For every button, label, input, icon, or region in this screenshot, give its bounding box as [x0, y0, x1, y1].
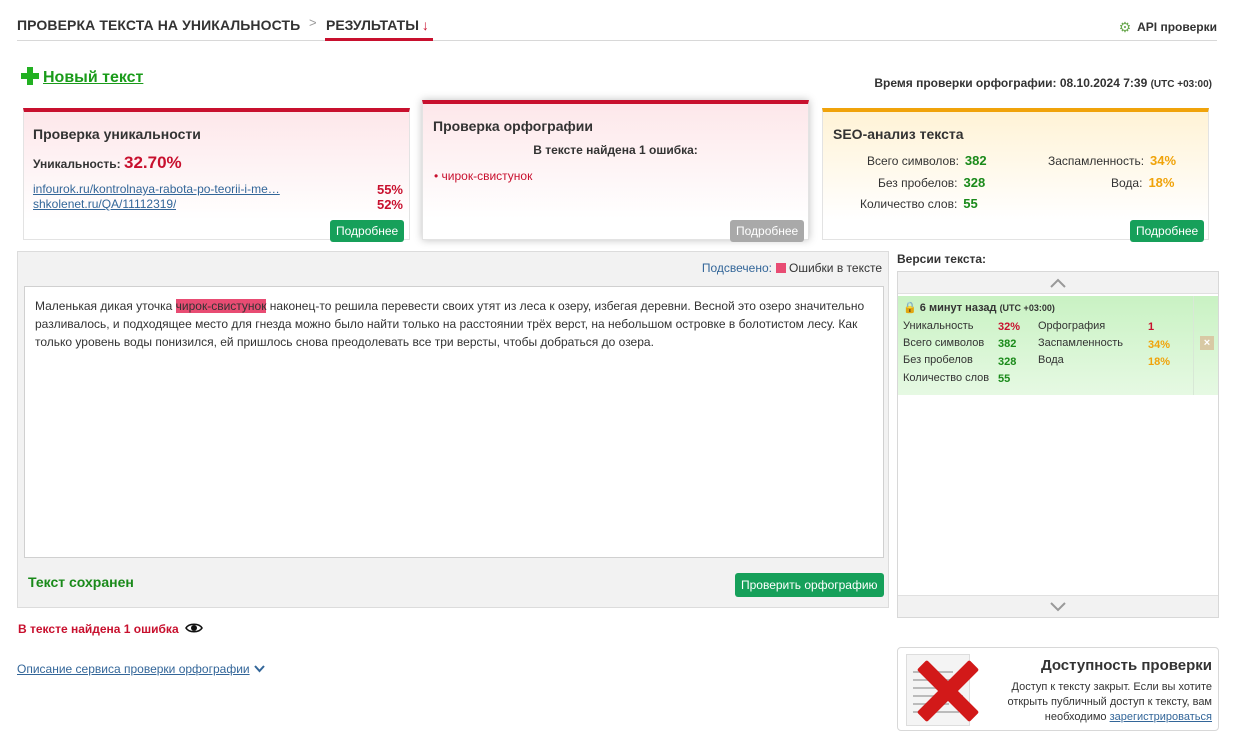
- access-title: Доступность проверки: [1040, 657, 1212, 674]
- seo-no-spaces-label: Без пробелов:: [878, 176, 958, 190]
- text-editor[interactable]: Маленькая дикая уточка чирок-свистунок н…: [24, 286, 884, 558]
- version-item[interactable]: 🔒 6 минут назад (UTC +03:00) Уникальност…: [898, 296, 1193, 395]
- register-link[interactable]: зарегистрироваться: [1110, 711, 1212, 723]
- version-time-label: 6 минут назад: [919, 302, 997, 314]
- breadcrumb-results[interactable]: РЕЗУЛЬТАТЫ ↓: [326, 17, 429, 33]
- version-water-value: 18%: [1148, 356, 1171, 368]
- version-time: 🔒 6 минут назад (UTC +03:00): [903, 301, 1055, 314]
- delete-version-icon[interactable]: ×: [1200, 336, 1214, 350]
- uniqueness-value: 32.70%: [124, 153, 182, 172]
- seo-total-chars-value: 382: [964, 153, 987, 168]
- editor-text-before: Маленькая дикая уточка: [35, 299, 176, 313]
- version-chars-label: Всего символов: [903, 337, 985, 349]
- seo-water-value: 18%: [1148, 175, 1175, 190]
- version-timezone: (UTC +03:00): [999, 303, 1055, 313]
- chevron-down-icon: [253, 662, 265, 676]
- gear-icon: ⚙: [1118, 19, 1132, 35]
- error-color-swatch: [776, 263, 786, 273]
- version-chars-value: 382: [998, 338, 1017, 350]
- eye-icon[interactable]: [184, 622, 203, 637]
- spelling-card-title: Проверка орфографии: [433, 118, 593, 134]
- version-spelling-label: Орфография: [1038, 320, 1106, 332]
- plus-icon: [21, 67, 39, 85]
- service-description-label: Описание сервиса проверки орфографии: [17, 662, 250, 676]
- seo-words-label: Количество слов:: [860, 197, 958, 211]
- seo-spam-label: Заспамленность:: [1048, 154, 1145, 168]
- top-navigation: ПРОВЕРКА ТЕКСТА НА УНИКАЛЬНОСТЬ > РЕЗУЛЬ…: [17, 0, 1217, 41]
- spelling-more-button[interactable]: Подробнее: [730, 220, 805, 242]
- seo-card: SEO-анализ текста Всего символов: 382 Без…: [822, 108, 1209, 242]
- seo-spam-value: 34%: [1150, 153, 1177, 168]
- lock-icon: 🔒: [903, 302, 917, 314]
- versions-title: Версии текста:: [897, 252, 987, 266]
- breadcrumb-separator: >: [309, 15, 317, 30]
- service-description-link[interactable]: Описание сервиса проверки орфографии: [17, 662, 265, 676]
- version-uniqueness-value: 32%: [998, 321, 1021, 333]
- check-time-label: Время проверки орфографии: 08.10.2024 7:…: [874, 76, 1148, 90]
- seo-more-button[interactable]: Подробнее: [1130, 220, 1205, 242]
- seo-no-spaces: Без пробелов: 328: [878, 175, 985, 190]
- seo-words: Количество слов: 55: [860, 196, 978, 211]
- seo-no-spaces-value: 328: [963, 175, 986, 190]
- uniqueness-card: Проверка уникальности Уникальность: 32.7…: [23, 108, 410, 242]
- source-row: shkolenet.ru/QA/11112319/ 52%: [33, 197, 403, 212]
- version-words-value: 55: [998, 373, 1011, 385]
- source-percent: 55%: [376, 182, 403, 197]
- seo-spam: Заспамленность: 34%: [1048, 153, 1176, 168]
- legend-errors-label: Ошибки в тексте: [789, 261, 882, 275]
- bottom-error-text: В тексте найдена 1 ошибка: [18, 622, 179, 636]
- uniqueness-card-title: Проверка уникальности: [33, 126, 201, 142]
- closed-x-icon: [916, 660, 978, 722]
- uniqueness-line: Уникальность: 32.70%: [33, 153, 182, 173]
- version-spam-value: 34%: [1148, 339, 1171, 351]
- legend-highlighted-label: Подсвечено:: [701, 261, 772, 275]
- text-editor-panel: Подсвечено: Ошибки в тексте Маленькая дик…: [17, 251, 889, 608]
- highlight-legend: Подсвечено: Ошибки в тексте: [702, 261, 882, 275]
- active-tab-underline: [325, 38, 433, 41]
- breadcrumb-check-text[interactable]: ПРОВЕРКА ТЕКСТА НА УНИКАЛЬНОСТЬ: [17, 17, 300, 33]
- version-uniqueness-label: Уникальность: [903, 320, 974, 332]
- source-row: infourok.ru/kontrolnaya-rabota-po-teorii…: [33, 182, 403, 197]
- seo-card-title: SEO-анализ текста: [833, 126, 964, 142]
- source-link[interactable]: shkolenet.ru/QA/11112319/: [33, 197, 176, 211]
- version-nospace-label: Без пробелов: [903, 354, 973, 366]
- bottom-error-status: В тексте найдена 1 ошибка: [18, 621, 203, 636]
- spelling-error-item[interactable]: • чирок-свистунок: [434, 169, 532, 183]
- check-time-timezone: (UTC +03:00): [1150, 79, 1212, 90]
- breadcrumb-results-label: РЕЗУЛЬТАТЫ: [326, 17, 419, 33]
- seo-total-chars: Всего символов: 382: [867, 153, 987, 168]
- highlighted-error[interactable]: чирок-свистунок: [175, 299, 267, 313]
- version-nospace-value: 328: [998, 356, 1017, 368]
- down-arrow-icon: ↓: [421, 17, 429, 33]
- check-spelling-button[interactable]: Проверить орфографию: [735, 573, 884, 597]
- text-saved-status: Текст сохранен: [28, 574, 134, 590]
- access-text: Доступ к тексту закрыт. Если вы хотите о…: [982, 680, 1212, 725]
- spelling-found-text: В тексте найдена 1 ошибка:: [533, 143, 698, 157]
- source-percent: 52%: [376, 197, 403, 212]
- access-block: Доступность проверки Доступ к тексту зак…: [897, 647, 1219, 731]
- uniqueness-more-button[interactable]: Подробнее: [330, 220, 405, 242]
- version-spam-label: Заспамленность: [1038, 337, 1123, 349]
- new-text-label: Новый текст: [43, 69, 144, 86]
- version-water-label: Вода: [1038, 354, 1064, 366]
- new-text-link[interactable]: Новый текст: [21, 64, 143, 87]
- seo-water-label: Вода:: [1111, 176, 1143, 190]
- version-spelling-value: 1: [1148, 321, 1155, 333]
- seo-words-value: 55: [963, 196, 978, 211]
- spelling-card: Проверка орфографии В тексте найдена 1 о…: [422, 100, 809, 242]
- source-link[interactable]: infourok.ru/kontrolnaya-rabota-po-teorii…: [33, 182, 280, 196]
- versions-scroll-down[interactable]: [898, 595, 1218, 617]
- version-actions: ×: [1193, 296, 1218, 395]
- versions-list: 🔒 6 минут назад (UTC +03:00) Уникальност…: [897, 271, 1219, 618]
- uniqueness-label: Уникальность:: [33, 157, 121, 171]
- api-check-label: API проверки: [1137, 20, 1217, 34]
- seo-water: Вода: 18%: [1111, 175, 1174, 190]
- versions-scroll-up[interactable]: [898, 272, 1218, 294]
- spelling-check-time: Время проверки орфографии: 08.10.2024 7:…: [874, 76, 1212, 90]
- api-check-link[interactable]: ⚙ API проверки: [1119, 18, 1217, 35]
- seo-total-chars-label: Всего символов:: [867, 154, 959, 168]
- version-words-label: Количество слов: [903, 372, 990, 384]
